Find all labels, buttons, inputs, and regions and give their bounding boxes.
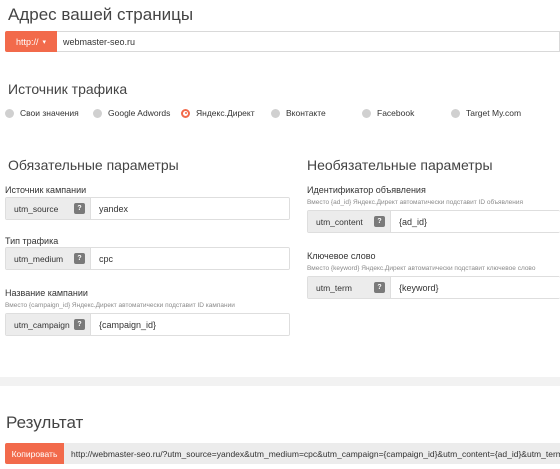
field-label-source: Источник кампании: [5, 185, 87, 195]
radio-target-mycom[interactable]: Target My.com: [451, 108, 521, 118]
content-hint: Вместо {ad_id} Яндекс.Директ автоматичес…: [307, 199, 524, 206]
utm-content-field[interactable]: utm_content ? {ad_id}: [307, 210, 560, 233]
param-key: utm_source: [14, 203, 59, 214]
radio-dot-icon: [271, 108, 280, 118]
param-key: utm_term: [316, 282, 352, 293]
utm-campaign-input[interactable]: {campaign_id}: [91, 314, 289, 335]
result-url-output[interactable]: http://webmaster-seo.ru/?utm_source=yand…: [64, 443, 560, 464]
utm-content-input[interactable]: {ad_id}: [391, 211, 560, 232]
radio-label: Яндекс.Директ: [196, 108, 255, 118]
field-label-medium: Тип трафика: [5, 236, 59, 246]
help-icon[interactable]: ?: [74, 253, 85, 264]
utm-medium-field[interactable]: utm_medium ? cpc: [5, 247, 290, 270]
radio-yandex-direct[interactable]: Яндекс.Директ: [181, 108, 255, 118]
radio-selected-icon: [181, 108, 190, 118]
radio-dot-icon: [451, 108, 460, 118]
utm-campaign-field[interactable]: utm_campaign ? {campaign_id}: [5, 313, 290, 336]
utm-term-input[interactable]: {keyword}: [391, 277, 560, 298]
radio-custom-values[interactable]: Свои значения: [5, 108, 79, 118]
radio-label: Facebook: [377, 108, 415, 118]
radio-facebook[interactable]: Facebook: [362, 108, 414, 118]
required-params-title: Обязательные параметры: [8, 157, 179, 173]
page-address-title: Адрес вашей страницы: [8, 5, 194, 24]
protocol-value: http://: [15, 36, 39, 47]
radio-vkontakte[interactable]: Вконтакте: [271, 108, 326, 118]
traffic-source-title: Источник трафика: [8, 81, 128, 97]
chevron-down-icon: ▾: [42, 38, 47, 46]
term-hint: Вместо {keyword} Яндекс.Директ автоматич…: [307, 265, 536, 272]
radio-label: Вконтакте: [286, 108, 326, 118]
radio-google-adwords[interactable]: Google Adwords: [93, 108, 170, 118]
optional-params-title: Необязательные параметры: [307, 157, 493, 173]
field-label-campaign: Название кампании: [5, 288, 88, 298]
section-divider: [0, 377, 560, 386]
protocol-dropdown[interactable]: http:// ▾: [5, 31, 57, 52]
radio-dot-icon: [362, 108, 371, 118]
url-input[interactable]: webmaster-seo.ru: [57, 31, 560, 52]
help-icon[interactable]: ?: [374, 282, 385, 293]
field-label-content: Идентификатор объявления: [307, 185, 426, 195]
help-icon[interactable]: ?: [74, 319, 85, 330]
param-key: utm_campaign: [14, 319, 70, 330]
param-key: utm_content: [316, 216, 363, 227]
radio-label: Target My.com: [466, 108, 522, 118]
campaign-hint: Вместо {campaign_id} Яндекс.Директ автом…: [5, 302, 235, 309]
utm-source-field[interactable]: utm_source ? yandex: [5, 197, 290, 220]
help-icon[interactable]: ?: [74, 203, 85, 214]
copy-button[interactable]: Копировать: [5, 443, 64, 464]
utm-term-field[interactable]: utm_term ? {keyword}: [307, 276, 560, 299]
result-title: Результат: [6, 413, 84, 432]
radio-label: Свои значения: [20, 108, 79, 118]
param-key: utm_medium: [14, 253, 64, 264]
radio-label: Google Adwords: [108, 108, 171, 118]
help-icon[interactable]: ?: [374, 216, 385, 227]
field-label-term: Ключевое слово: [307, 251, 376, 261]
radio-dot-icon: [5, 108, 14, 118]
utm-medium-input[interactable]: cpc: [91, 248, 289, 269]
radio-dot-icon: [93, 108, 102, 118]
utm-source-input[interactable]: yandex: [91, 198, 289, 219]
